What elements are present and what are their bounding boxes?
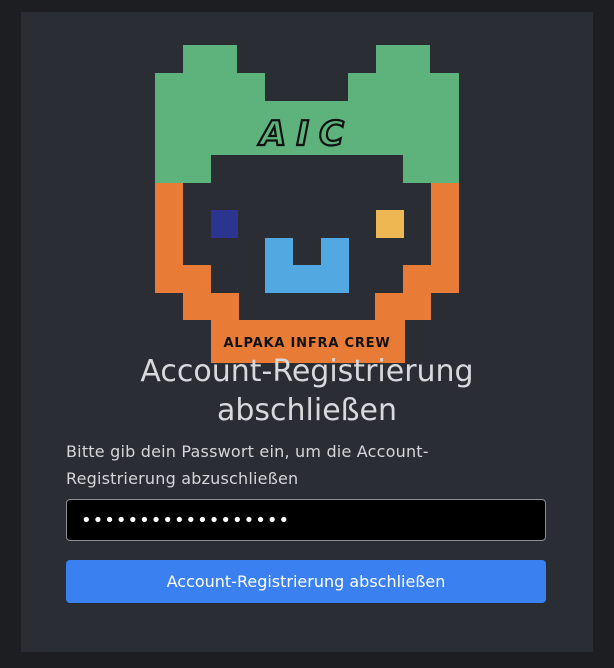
aic-logo: AIC ALPAKA INFRA CREW [155, 45, 459, 363]
instruction-text-line2: Registrierung abzuschließen [66, 469, 299, 488]
password-input[interactable] [66, 499, 546, 541]
instruction-text-line1: Bitte gib dein Passwort ein, um die Acco… [66, 442, 429, 461]
registration-card: AIC ALPAKA INFRA CREW Account-Registrier… [21, 12, 593, 652]
logo-eye-right [376, 210, 404, 238]
instruction-text: Bitte gib dein Passwort ein, um die Acco… [66, 438, 566, 492]
logo-title: AIC [257, 114, 354, 154]
complete-registration-button[interactable]: Account-Registrierung abschließen [66, 560, 546, 603]
page-title-line1: Account-Registrierung [140, 354, 474, 389]
page-title-line2: abschließen [216, 393, 398, 428]
page-title: Account-Registrierung abschließen [21, 352, 593, 430]
logo-banner: ALPAKA INFRA CREW [224, 336, 391, 351]
logo-eye-left [211, 210, 238, 238]
